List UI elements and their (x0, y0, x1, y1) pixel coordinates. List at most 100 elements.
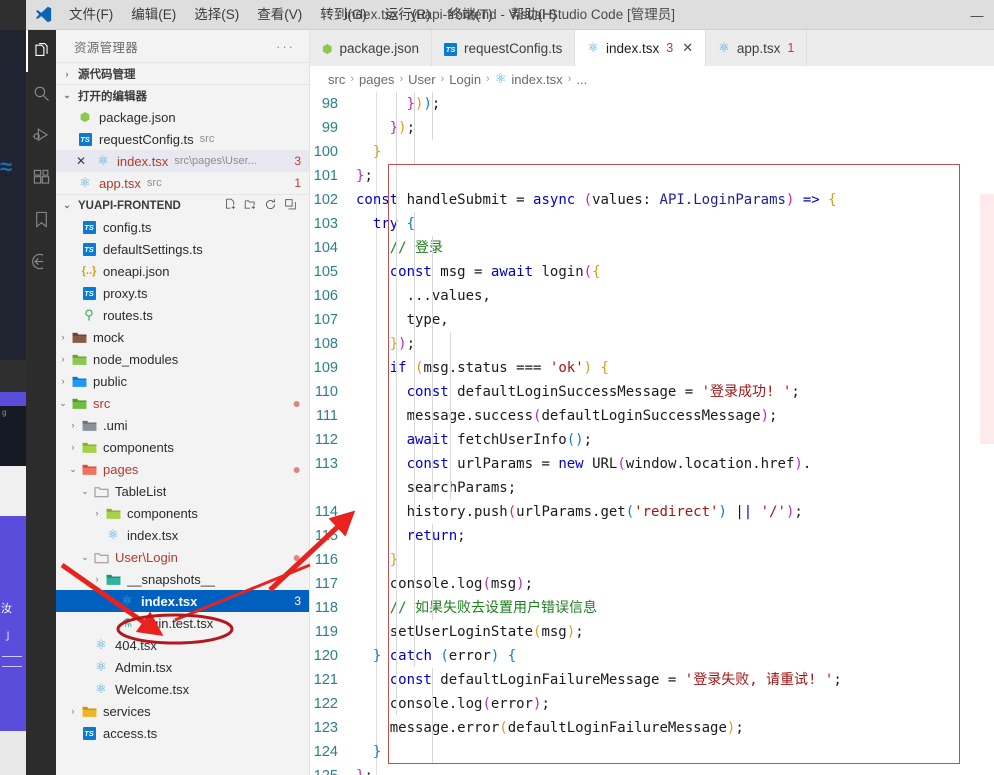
extensions-icon[interactable] (26, 156, 56, 198)
code-line[interactable]: 102 const handleSubmit = async (values: A… (310, 188, 994, 212)
code-line[interactable]: 121 const defaultLoginFailureMessage = '… (310, 668, 994, 692)
new-file-icon[interactable] (224, 198, 237, 214)
code-line[interactable]: 124 } (310, 740, 994, 764)
code-line[interactable]: 120 } catch (error) { (310, 644, 994, 668)
breadcrumb-item[interactable]: index.tsx (511, 72, 562, 87)
breadcrumb-item[interactable]: User (408, 72, 435, 87)
section-source-control[interactable]: › 源代码管理 (56, 62, 309, 84)
files-explorer-icon[interactable] (26, 30, 56, 72)
refresh-icon[interactable] (264, 198, 277, 214)
code-line[interactable]: 108 }); (310, 332, 994, 356)
code-line[interactable]: 110 const defaultLoginSuccessMessage = '… (310, 380, 994, 404)
search-icon[interactable] (26, 72, 56, 114)
breadcrumb-item[interactable]: src (328, 72, 345, 87)
menu-help[interactable]: 帮助(H) (502, 0, 566, 30)
code-line[interactable]: 107 type, (310, 308, 994, 332)
collapse-all-icon[interactable] (284, 198, 297, 214)
chevron-right-icon[interactable]: › (66, 420, 80, 430)
chevron-right-icon[interactable]: › (66, 706, 80, 716)
tree-item[interactable]: ⌄ pages ● (56, 458, 309, 480)
tree-item[interactable]: ⌄ User\Login ● (56, 546, 309, 568)
run-and-debug-icon[interactable] (26, 114, 56, 156)
chevron-down-icon[interactable]: ⌄ (78, 486, 92, 497)
code-line[interactable]: 103 try { (310, 212, 994, 236)
chevron-right-icon[interactable]: › (56, 332, 70, 342)
tree-item[interactable]: ⚛ Admin.tsx (56, 656, 309, 678)
menu-bar[interactable]: 文件(F) 编辑(E) 选择(S) 查看(V) 转到(G) 运行(R) 终端(T… (60, 0, 566, 30)
chevron-right-icon[interactable]: › (90, 574, 104, 584)
tree-item[interactable]: ⚛ Welcome.tsx (56, 678, 309, 700)
code-line[interactable]: 112 await fetchUserInfo(); (310, 428, 994, 452)
code-line[interactable]: 113 const urlParams = new URL(window.loc… (310, 452, 994, 476)
overview-ruler[interactable] (980, 154, 994, 775)
open-editor-row[interactable]: TS requestConfig.ts src (56, 128, 309, 150)
tree-item[interactable]: TS proxy.ts (56, 282, 309, 304)
chevron-down-icon[interactable]: ⌄ (78, 552, 92, 563)
menu-select[interactable]: 选择(S) (185, 0, 248, 30)
section-project[interactable]: ⌄ YUAPI-FRONTEND (56, 194, 309, 216)
chevron-down-icon[interactable]: ⌄ (66, 464, 80, 475)
editor-tab-requestConfig-ts[interactable]: TS requestConfig.ts (432, 30, 576, 66)
bookmark-icon[interactable] (26, 198, 56, 240)
minimize-button[interactable]: — (960, 0, 994, 30)
code-line[interactable]: 122 console.log(error); (310, 692, 994, 716)
close-icon[interactable]: ✕ (76, 154, 86, 168)
code-line[interactable]: 116 } (310, 548, 994, 572)
tree-item-selected[interactable]: ⚛ index.tsx 3 (56, 590, 309, 612)
more-actions-icon[interactable]: ··· (276, 39, 295, 54)
code-line[interactable]: 111 message.success(defaultLoginSuccessM… (310, 404, 994, 428)
remote-explorer-icon[interactable] (26, 240, 56, 282)
chevron-right-icon[interactable]: › (66, 442, 80, 452)
open-editor-row[interactable]: ⬢ package.json (56, 106, 309, 128)
tree-item[interactable]: › mock (56, 326, 309, 348)
code-line[interactable]: 119 setUserLoginState(msg); (310, 620, 994, 644)
code-line[interactable]: 98 })); (310, 92, 994, 116)
code-line[interactable]: 99 }); (310, 116, 994, 140)
tree-item[interactable]: › node_modules (56, 348, 309, 370)
code-line[interactable]: 104 // 登录 (310, 236, 994, 260)
tree-item[interactable]: ⚗ login.test.tsx (56, 612, 309, 634)
tree-item[interactable]: ⚲ routes.ts (56, 304, 309, 326)
code-line[interactable]: 117 console.log(msg); (310, 572, 994, 596)
code-line[interactable]: 101}; (310, 164, 994, 188)
code-line[interactable]: 118 // 如果失败去设置用户错误信息 (310, 596, 994, 620)
code-line[interactable]: 106 ...values, (310, 284, 994, 308)
window-controls[interactable]: — (960, 0, 994, 30)
menu-terminal[interactable]: 终端(T) (440, 0, 502, 30)
code-line[interactable]: 125}; (310, 764, 994, 775)
menu-view[interactable]: 查看(V) (248, 0, 311, 30)
tree-item[interactable]: ⌄ TableList (56, 480, 309, 502)
tree-item[interactable]: › .umi (56, 414, 309, 436)
code-line[interactable]: searchParams; (310, 476, 994, 500)
open-editor-row[interactable]: ⚛ app.tsx src 1 (56, 172, 309, 194)
open-editor-row-active[interactable]: ✕ ⚛ index.tsx src\pages\User... 3 (56, 150, 309, 172)
tree-item[interactable]: › services (56, 700, 309, 722)
breadcrumb-item[interactable]: pages (359, 72, 394, 87)
tree-item[interactable]: › components (56, 502, 309, 524)
code-line[interactable]: 123 message.error(defaultLoginFailureMes… (310, 716, 994, 740)
tree-item[interactable]: TS access.ts (56, 722, 309, 744)
menu-go[interactable]: 转到(G) (311, 0, 376, 30)
menu-edit[interactable]: 编辑(E) (122, 0, 185, 30)
tree-item[interactable]: ⌄ src ● (56, 392, 309, 414)
tree-item[interactable]: › public (56, 370, 309, 392)
tree-item[interactable]: › __snapshots__ (56, 568, 309, 590)
tree-item[interactable]: TS defaultSettings.ts (56, 238, 309, 260)
code-line[interactable]: 100 } (310, 140, 994, 164)
menu-file[interactable]: 文件(F) (60, 0, 122, 30)
code-editor[interactable]: 98 })); 99 }); 100 } 101}; 102 const handleSu… (310, 92, 994, 775)
code-content[interactable]: 98 })); 99 }); 100 } 101}; 102 const handleSu… (310, 92, 994, 775)
code-line[interactable]: 114 history.push(urlParams.get('redirect… (310, 500, 994, 524)
breadcrumb-item[interactable]: ... (576, 72, 587, 87)
editor-tab-app-tsx[interactable]: ⚛ app.tsx 1 (706, 30, 808, 66)
chevron-right-icon[interactable]: › (56, 354, 70, 364)
code-line[interactable]: 109 if (msg.status === 'ok') { (310, 356, 994, 380)
chevron-right-icon[interactable]: › (56, 376, 70, 386)
breadcrumb-item[interactable]: Login (449, 72, 481, 87)
section-open-editors[interactable]: ⌄ 打开的编辑器 (56, 84, 309, 106)
tree-item[interactable]: {..} oneapi.json (56, 260, 309, 282)
chevron-down-icon[interactable]: ⌄ (56, 398, 70, 409)
code-line[interactable]: 105 const msg = await login({ (310, 260, 994, 284)
tree-item[interactable]: TS config.ts (56, 216, 309, 238)
tree-item[interactable]: ⚛ 404.tsx (56, 634, 309, 656)
